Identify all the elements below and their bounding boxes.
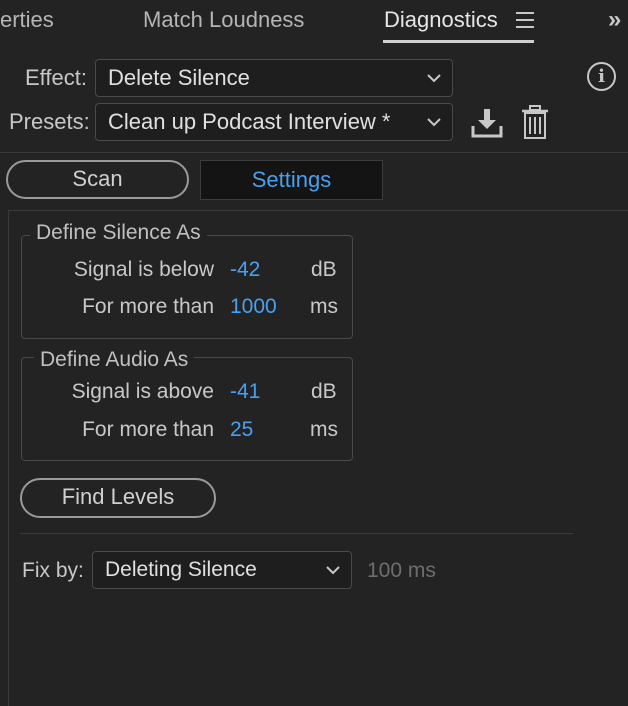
diagnostics-panel: erties Match Loudness Diagnostics » Effe…	[0, 0, 628, 706]
fix-by-duration-value: 100 ms	[367, 559, 436, 582]
chevron-double-right-icon[interactable]: »	[608, 6, 621, 34]
silence-duration-unit: ms	[310, 295, 338, 318]
divider	[0, 152, 628, 153]
trash-icon[interactable]	[520, 104, 550, 140]
define-silence-group	[21, 235, 353, 339]
scan-button[interactable]: Scan	[6, 160, 189, 199]
divider	[20, 533, 573, 534]
download-icon[interactable]	[470, 106, 504, 140]
fix-by-dropdown-value: Deleting Silence	[105, 558, 257, 581]
audio-duration-unit: ms	[310, 418, 338, 441]
find-levels-button[interactable]: Find Levels	[20, 478, 216, 518]
audio-duration-label: For more than	[82, 418, 214, 441]
fix-by-dropdown[interactable]: Deleting Silence	[92, 551, 352, 589]
chevron-down-icon	[326, 566, 340, 575]
audio-duration-value[interactable]: 25	[230, 417, 253, 443]
effect-dropdown-value: Delete Silence	[108, 65, 250, 90]
fix-by-label: Fix by:	[22, 559, 84, 582]
silence-duration-value[interactable]: 1000	[230, 294, 277, 320]
silence-signal-unit: dB	[311, 258, 337, 281]
effect-dropdown[interactable]: Delete Silence	[95, 59, 453, 97]
presets-dropdown[interactable]: Clean up Podcast Interview *	[95, 103, 453, 141]
info-icon[interactable]: i	[587, 62, 616, 91]
silence-duration-label: For more than	[82, 295, 214, 318]
presets-dropdown-value: Clean up Podcast Interview *	[108, 109, 391, 134]
chevron-down-icon	[427, 74, 441, 83]
active-tab-underline	[383, 40, 534, 43]
define-audio-title: Define Audio As	[34, 347, 195, 373]
audio-signal-label: Signal is above	[71, 380, 214, 403]
settings-button[interactable]: Settings	[200, 160, 383, 200]
tab-diagnostics[interactable]: Diagnostics	[384, 4, 498, 36]
effect-label: Effect:	[25, 65, 87, 90]
define-silence-title: Define Silence As	[30, 220, 207, 246]
tab-properties[interactable]: erties	[0, 4, 54, 36]
tab-match-loudness[interactable]: Match Loudness	[143, 4, 304, 36]
presets-label: Presets:	[9, 109, 90, 134]
audio-signal-value[interactable]: -41	[230, 379, 260, 405]
silence-signal-value[interactable]: -42	[230, 257, 260, 283]
chevron-down-icon	[427, 118, 441, 127]
silence-signal-label: Signal is below	[73, 258, 214, 281]
audio-signal-unit: dB	[311, 380, 337, 403]
hamburger-icon[interactable]	[516, 12, 534, 28]
